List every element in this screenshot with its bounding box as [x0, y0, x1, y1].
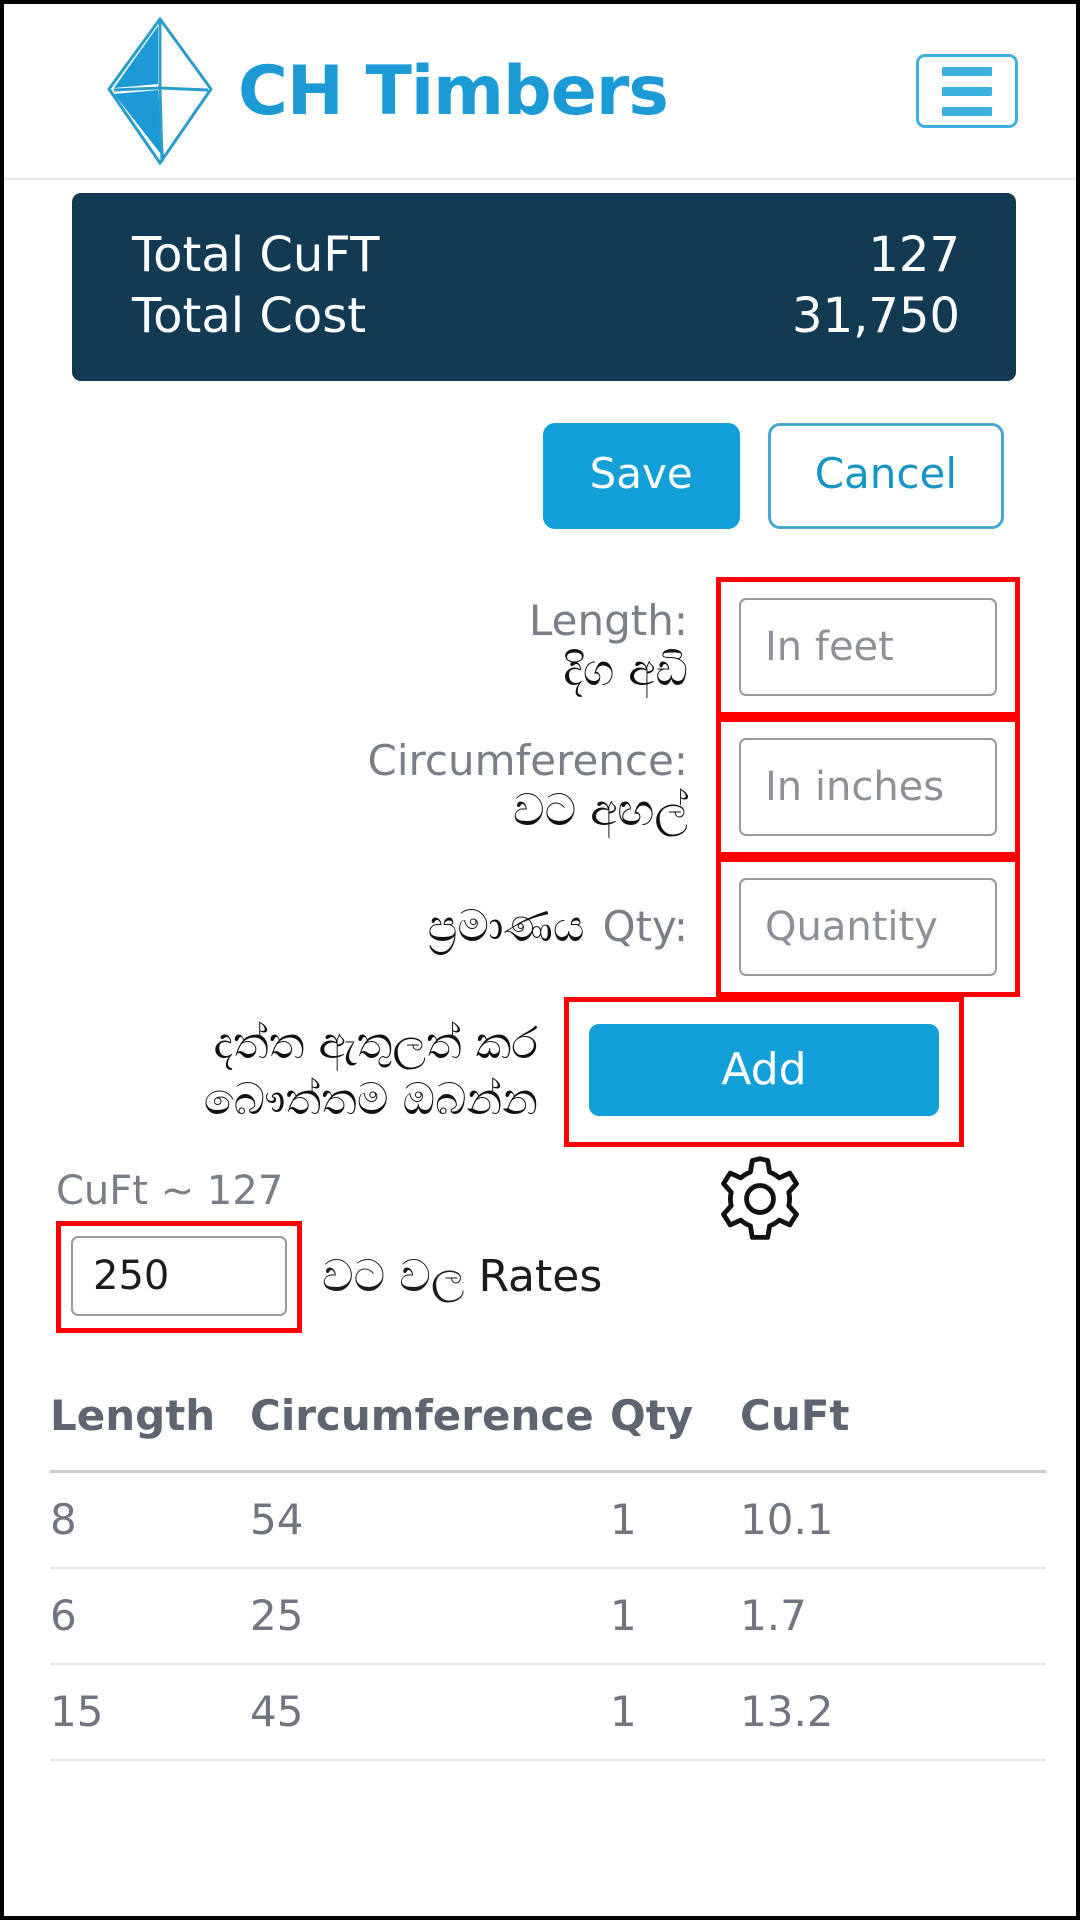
- cell-cuft: 1.7: [740, 1591, 807, 1641]
- cell-circumference: 25: [250, 1591, 304, 1641]
- cell-length: 6: [50, 1591, 77, 1641]
- add-note-line-2: බෞත්තම ඔබන්න: [203, 1073, 538, 1125]
- menu-bar-2: [942, 86, 992, 96]
- column-header-qty: Qty: [610, 1390, 694, 1440]
- entry-form: Length: දිග අඩි Circumference: වට අඟල් ප…: [4, 576, 1076, 1147]
- form-actions: Save Cancel: [4, 422, 1004, 529]
- length-label-group: Length: දිග අඩි: [4, 577, 716, 717]
- circumference-input[interactable]: [739, 737, 997, 836]
- circumference-label-group: Circumference: වට අඟල්: [4, 717, 716, 857]
- cell-cuft: 10.1: [740, 1495, 834, 1545]
- table-header-row: Length Circumference Qty CuFt: [50, 1391, 1046, 1473]
- total-cost-value: 31,750: [792, 287, 960, 344]
- rate-input[interactable]: [71, 1235, 287, 1316]
- qty-field-row: ප්‍රමාණය Qty:: [4, 856, 1020, 997]
- cell-length: 8: [50, 1495, 77, 1545]
- cancel-button[interactable]: Cancel: [767, 422, 1004, 529]
- brand-name: CH Timbers: [238, 51, 669, 131]
- table-row[interactable]: 15 45 1 13.2: [50, 1665, 1046, 1761]
- qty-label-en: Qty:: [602, 901, 688, 951]
- rate-input-row: වට වල Rates: [56, 1220, 1020, 1333]
- table-body: 8 54 1 10.1 6 25 1 1.7 15 45 1 13.2: [50, 1473, 1046, 1761]
- cell-qty: 1: [610, 1495, 637, 1545]
- menu-bar-3: [942, 106, 992, 116]
- app-header: CH Timbers: [4, 4, 1076, 180]
- table-row[interactable]: 8 54 1 10.1: [50, 1473, 1046, 1569]
- qty-label-si: ප්‍රමාණය: [427, 900, 585, 952]
- gear-icon[interactable]: [712, 1151, 808, 1247]
- add-note-line-1: දත්ත ඇතුලත් කර: [213, 1018, 539, 1070]
- add-button[interactable]: Add: [589, 1023, 939, 1116]
- add-action-row: දත්ත ඇතුලත් කර බෞත්තම ඔබන්න Add: [4, 996, 1020, 1147]
- add-instruction-note: දත්ත ඇතුලත් කර බෞත්තම ඔබන්න: [4, 997, 564, 1147]
- qty-label-group: ප්‍රමාණය Qty:: [4, 857, 716, 997]
- entries-table: Length Circumference Qty CuFt 8 54 1 10.…: [4, 1391, 1076, 1761]
- save-button[interactable]: Save: [542, 422, 740, 529]
- length-field-row: Length: දිග අඩි: [4, 576, 1020, 717]
- circumference-label-en: Circumference:: [367, 735, 688, 785]
- cuft-estimate-label: CuFt ~ 127: [56, 1167, 284, 1214]
- length-label-en: Length:: [528, 595, 688, 645]
- total-cost-label: Total Cost: [132, 287, 367, 344]
- cell-length: 15: [50, 1687, 104, 1737]
- total-cost-row: Total Cost 31,750: [132, 286, 960, 347]
- circumference-highlight-box: [716, 716, 1020, 857]
- length-input[interactable]: [739, 597, 997, 696]
- column-header-cuft: CuFt: [740, 1390, 850, 1440]
- qty-highlight-box: [716, 856, 1020, 997]
- quantity-input[interactable]: [739, 877, 997, 976]
- cell-cuft: 13.2: [740, 1687, 834, 1737]
- octahedron-diamond-icon: [107, 16, 213, 166]
- column-header-length: Length: [50, 1390, 216, 1440]
- qty-label-inline: ප්‍රමාණය Qty:: [427, 900, 688, 953]
- total-cuft-row: Total CuFT 127: [132, 225, 960, 286]
- app-screen: CH Timbers Total CuFT 127 Total Cost 31,…: [0, 0, 1080, 1920]
- cell-qty: 1: [610, 1687, 637, 1737]
- column-header-circumference: Circumference: [250, 1390, 594, 1440]
- total-cuft-value: 127: [868, 227, 960, 283]
- rate-label: වට වල Rates: [322, 1251, 603, 1303]
- circumference-field-row: Circumference: වට අඟල්: [4, 716, 1020, 857]
- length-label-si: දිග අඩි: [563, 644, 688, 696]
- add-highlight-box: Add: [564, 996, 964, 1147]
- menu-bar-1: [942, 66, 992, 76]
- cell-circumference: 54: [250, 1495, 304, 1545]
- cell-qty: 1: [610, 1591, 637, 1641]
- totals-summary-card: Total CuFT 127 Total Cost 31,750: [72, 193, 1016, 381]
- brand[interactable]: CH Timbers: [104, 16, 669, 166]
- rate-section: CuFt ~ 127 වට වල Rates: [4, 1156, 1076, 1333]
- table-row[interactable]: 6 25 1 1.7: [50, 1569, 1046, 1665]
- circumference-label-si: වට අඟල්: [513, 784, 688, 836]
- rate-highlight-box: [56, 1220, 302, 1333]
- cell-circumference: 45: [250, 1687, 304, 1737]
- total-cuft-label: Total CuFT: [132, 227, 380, 283]
- length-highlight-box: [716, 576, 1020, 717]
- hamburger-menu-icon[interactable]: [916, 54, 1018, 128]
